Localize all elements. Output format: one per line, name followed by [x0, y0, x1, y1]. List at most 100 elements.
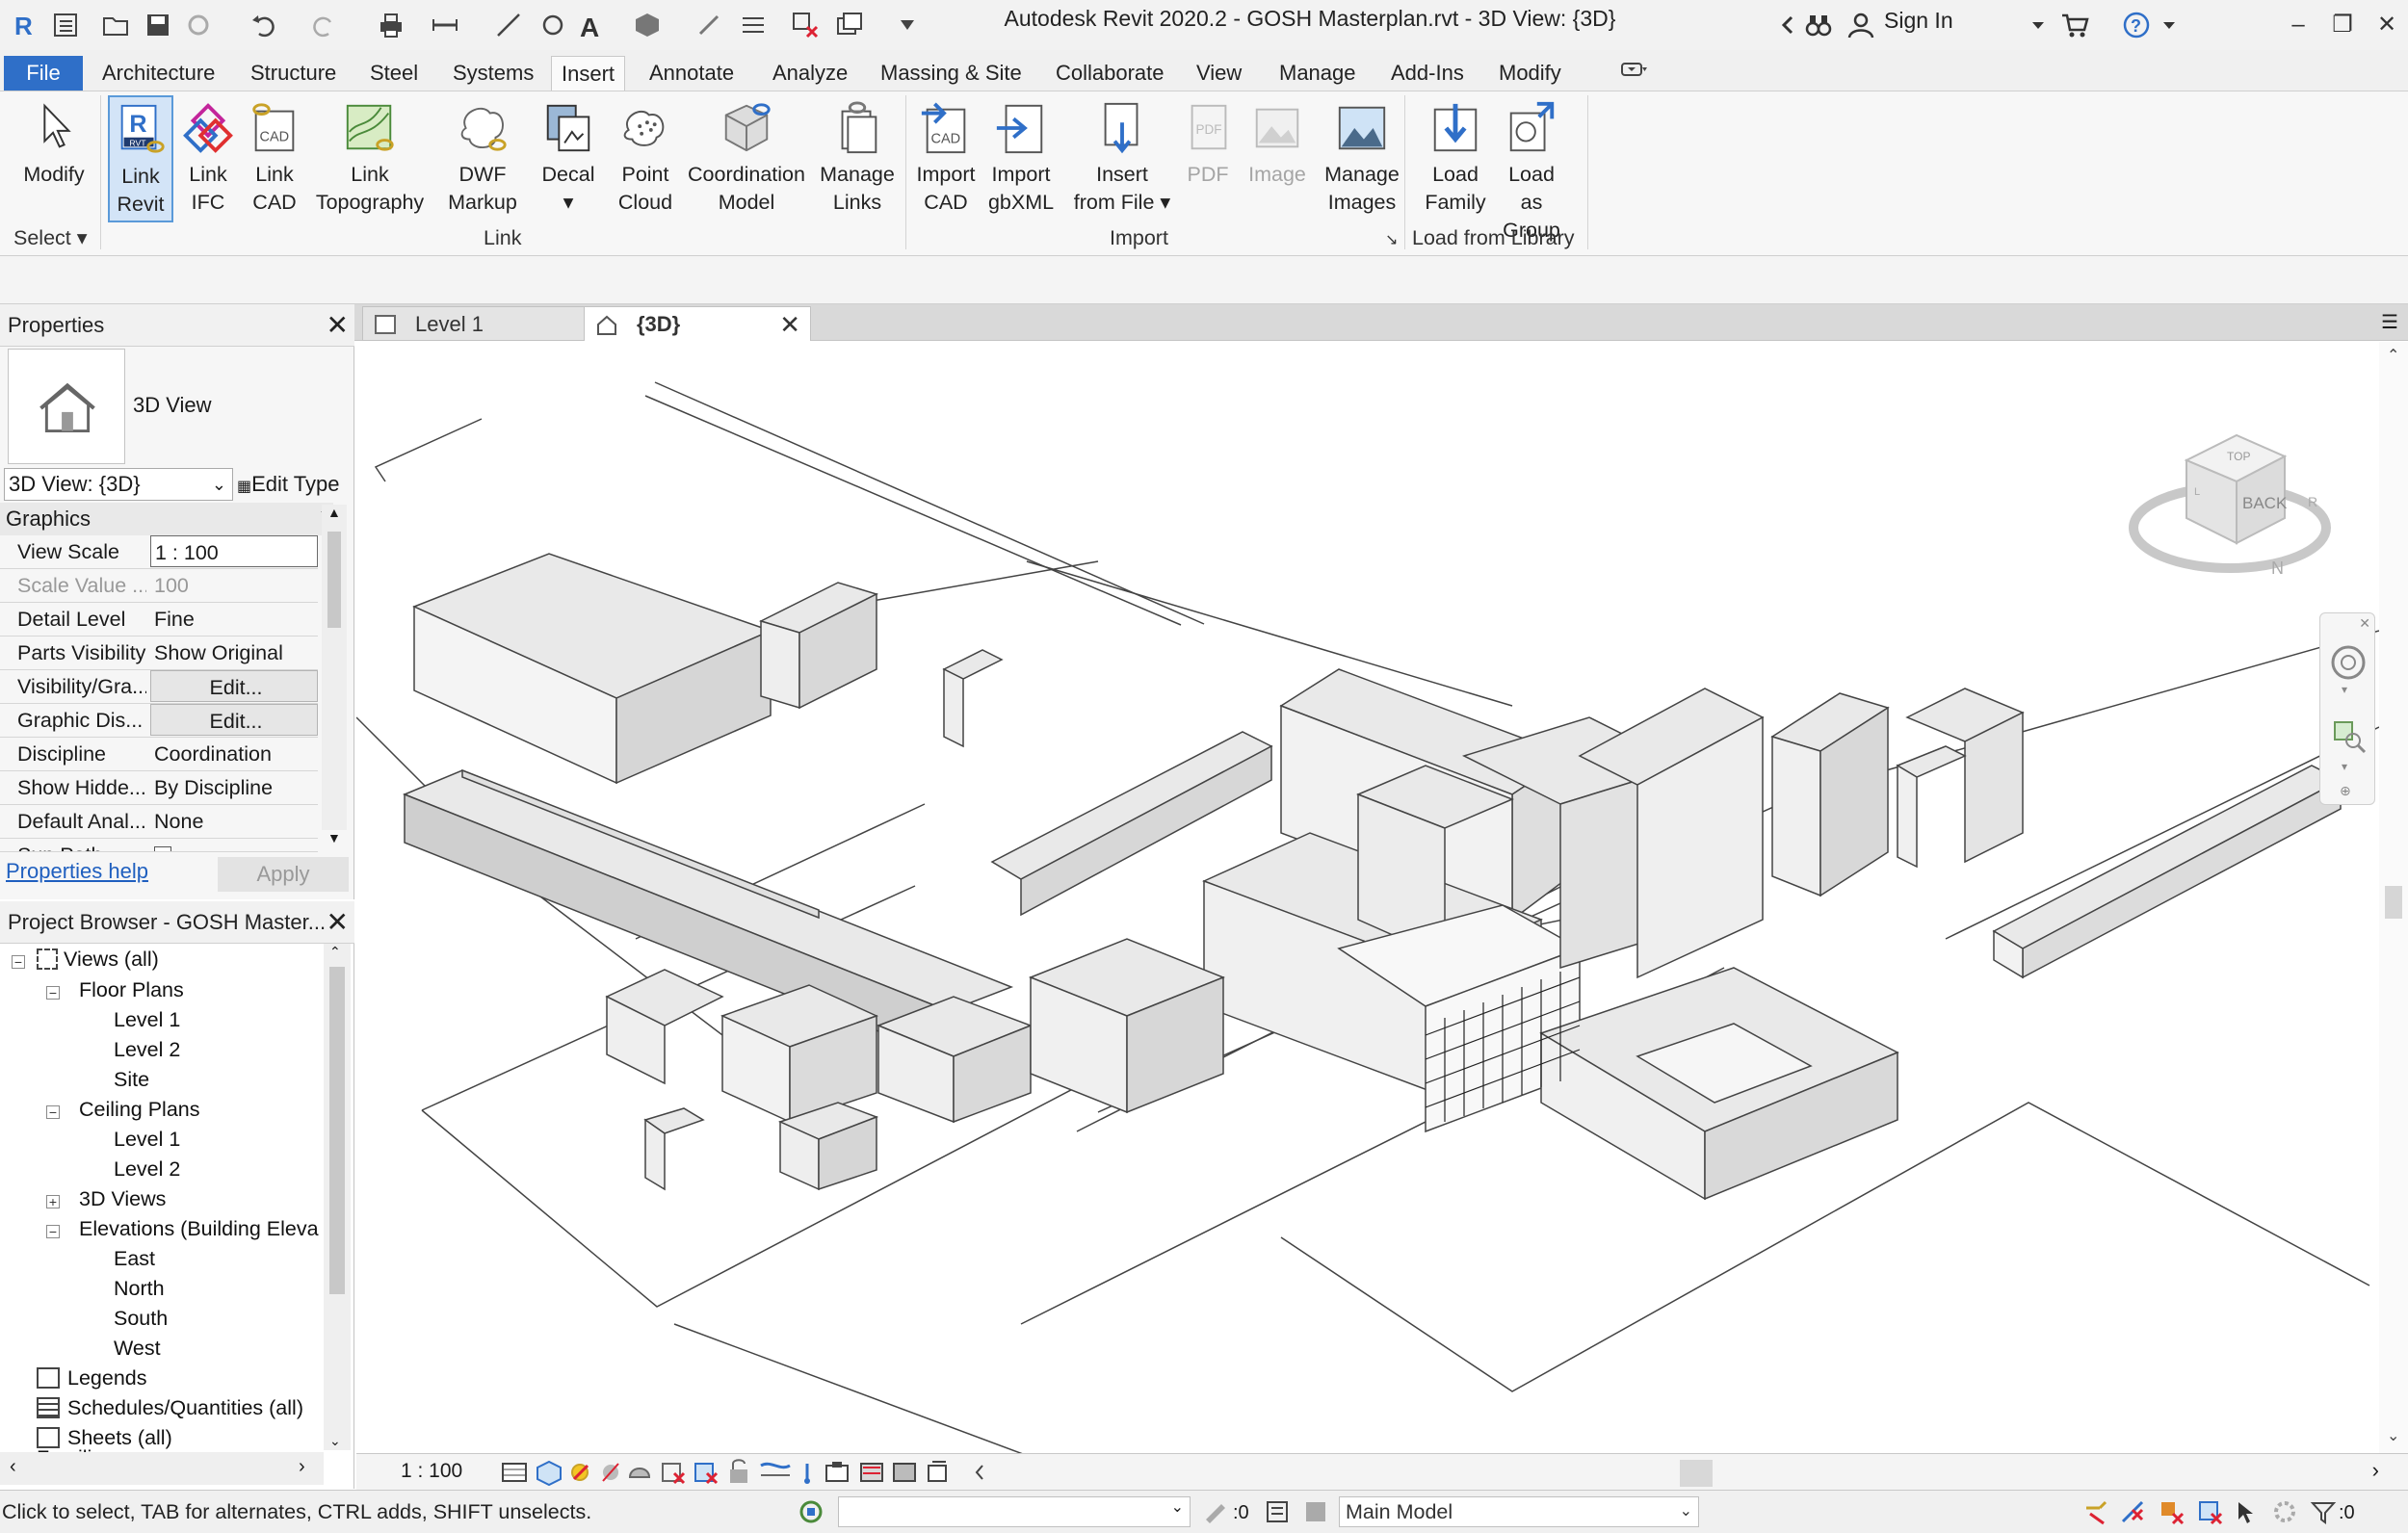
- undo-icon[interactable]: [249, 10, 279, 40]
- worksets-icon[interactable]: [798, 1498, 824, 1525]
- property-value[interactable]: Show Original: [150, 637, 318, 669]
- tab-view[interactable]: View: [1187, 56, 1251, 91]
- save-icon[interactable]: [143, 10, 173, 40]
- help-icon[interactable]: ?: [2121, 10, 2152, 40]
- sign-in-dropdown-icon[interactable]: [2023, 10, 2054, 40]
- sun-path-icon[interactable]: [571, 1464, 589, 1481]
- insert-from-file-button[interactable]: Insert from File ▾: [1071, 95, 1173, 222]
- tab-steel[interactable]: Steel: [360, 56, 428, 91]
- tab-collaborate[interactable]: Collaborate: [1046, 56, 1174, 91]
- tree-legends[interactable]: Legends: [37, 1366, 147, 1390]
- switch-windows-icon[interactable]: [834, 10, 865, 40]
- properties-help-link[interactable]: Properties help: [6, 859, 148, 884]
- tree-ceiling-plan-level-2[interactable]: Level 2: [114, 1157, 180, 1182]
- property-row-detail-level[interactable]: Detail Level Fine: [0, 603, 318, 637]
- property-row-parts-visibility[interactable]: Parts Visibility Show Original: [0, 637, 318, 670]
- back-chevron-icon[interactable]: [1772, 10, 1803, 40]
- tab-list-menu-icon[interactable]: ☰: [2381, 310, 2398, 334]
- scroll-right-icon[interactable]: ›: [299, 1456, 305, 1478]
- tree-ceiling-plans[interactable]: Ceiling Plans: [79, 1098, 199, 1122]
- tab-massing-site[interactable]: Massing & Site: [871, 56, 1032, 91]
- tree-ceiling-plan-level-1[interactable]: Level 1: [114, 1128, 180, 1152]
- decal-button[interactable]: Decal ▾: [536, 95, 601, 222]
- tab-structure[interactable]: Structure: [241, 56, 346, 91]
- apply-button[interactable]: Apply: [218, 857, 349, 892]
- active-workset-dropdown[interactable]: ⌄: [838, 1496, 1191, 1527]
- tree-elevations[interactable]: Elevations (Building Eleva: [79, 1217, 319, 1241]
- select-by-face-icon[interactable]: [2196, 1498, 2223, 1525]
- user-icon[interactable]: [1845, 10, 1876, 40]
- view-scale-input[interactable]: 1 : 100: [150, 535, 318, 567]
- filter-icon[interactable]: [2310, 1498, 2337, 1525]
- scroll-down-icon[interactable]: ⌄: [329, 1433, 341, 1449]
- analytical-model-icon[interactable]: [893, 1463, 916, 1482]
- scroll-up-icon[interactable]: ⌃: [2387, 346, 2399, 365]
- import-cad-button[interactable]: CAD Import CAD: [911, 95, 981, 222]
- view-instance-selector[interactable]: 3D View: {3D} ⌄: [4, 468, 233, 501]
- temporary-view-properties-icon[interactable]: [825, 1462, 849, 1482]
- section-icon[interactable]: [694, 10, 724, 40]
- link-topography-button[interactable]: Link Topography: [310, 95, 430, 222]
- unlocked-3d-view-icon[interactable]: [730, 1459, 747, 1483]
- tree-elevation-east[interactable]: East: [114, 1247, 155, 1271]
- temporary-hide-icon[interactable]: [760, 1462, 791, 1476]
- expand-3d-views-icon[interactable]: +: [46, 1195, 60, 1208]
- recent-files-icon[interactable]: [50, 10, 81, 40]
- rendering-icon[interactable]: [628, 1468, 651, 1478]
- tab-3d[interactable]: {3D} ✕: [584, 306, 811, 341]
- reveal-hidden-icon[interactable]: [804, 1464, 810, 1484]
- link-ifc-button[interactable]: Link IFC: [177, 95, 239, 222]
- link-revit-button[interactable]: R RVT Link Revit: [108, 95, 173, 222]
- modify-button[interactable]: Modify: [13, 95, 94, 222]
- link-cad-button[interactable]: CAD Link CAD: [243, 95, 306, 222]
- shadows-icon[interactable]: [602, 1463, 619, 1482]
- manage-links-button[interactable]: Manage Links: [815, 95, 900, 222]
- design-option-dropdown[interactable]: Main Model ⌄: [1339, 1496, 1699, 1527]
- revit-logo-icon[interactable]: R: [10, 10, 40, 40]
- tree-floor-plans[interactable]: Floor Plans: [79, 978, 184, 1002]
- select-pinned-icon[interactable]: [2158, 1498, 2185, 1525]
- help-dropdown-icon[interactable]: [2154, 10, 2185, 40]
- tree-schedules[interactable]: Schedules/Quantities (all): [37, 1396, 303, 1420]
- chevron-down-icon[interactable]: ▾: [2342, 683, 2347, 696]
- highlight-displacement-icon[interactable]: [928, 1461, 947, 1482]
- tree-elevation-north[interactable]: North: [114, 1277, 165, 1301]
- scroll-down-icon[interactable]: ▼: [327, 830, 341, 845]
- close-hidden-windows-icon[interactable]: [790, 10, 821, 40]
- tag-by-category-icon[interactable]: [537, 10, 568, 40]
- scroll-left-icon[interactable]: [975, 1465, 983, 1480]
- tree-floor-plan-site[interactable]: Site: [114, 1068, 149, 1092]
- viewport-scroll-thumb[interactable]: [2385, 886, 2402, 919]
- collapse-ceiling-plans-icon[interactable]: −: [46, 1105, 60, 1119]
- collapse-views-icon[interactable]: −: [12, 955, 25, 969]
- viewport-horizontal-scroll-thumb[interactable]: [1680, 1460, 1713, 1487]
- tab-manage[interactable]: Manage: [1269, 56, 1366, 91]
- tab-analyze[interactable]: Analyze: [763, 56, 857, 91]
- property-row-discipline[interactable]: Discipline Coordination: [0, 738, 318, 771]
- property-row-default-analysis[interactable]: Default Anal... None: [0, 805, 318, 839]
- design-options-icon[interactable]: [1264, 1498, 1291, 1525]
- close-icon[interactable]: ✕: [779, 307, 800, 342]
- sun-path-checkbox[interactable]: [150, 839, 318, 851]
- tab-insert[interactable]: Insert: [551, 56, 626, 91]
- tab-add-ins[interactable]: Add-Ins: [1381, 56, 1474, 91]
- tree-elevation-west[interactable]: West: [114, 1337, 161, 1361]
- decal-dropdown-icon[interactable]: ▾: [536, 189, 601, 217]
- editable-only-icon[interactable]: [1200, 1498, 1227, 1525]
- scroll-down-icon[interactable]: ⌄: [2387, 1426, 2399, 1445]
- image-button[interactable]: Image: [1241, 95, 1314, 222]
- collapse-floor-plans-icon[interactable]: −: [46, 986, 60, 1000]
- scroll-up-icon[interactable]: ⌃: [329, 944, 341, 960]
- property-value[interactable]: None: [150, 805, 318, 838]
- 3d-viewport[interactable]: [355, 342, 2380, 1533]
- scroll-right-icon[interactable]: ›: [2372, 1458, 2379, 1483]
- minimize-button[interactable]: –: [2279, 6, 2317, 44]
- close-icon[interactable]: ✕: [327, 304, 349, 347]
- binoculars-icon[interactable]: [1803, 10, 1834, 40]
- import-dialog-launcher-icon[interactable]: ↘: [1385, 230, 1398, 249]
- tree-floor-plan-level-1[interactable]: Level 1: [114, 1008, 180, 1032]
- measure-icon[interactable]: [430, 10, 460, 40]
- select-links-icon[interactable]: [2082, 1498, 2109, 1525]
- properties-scroll-thumb[interactable]: [327, 532, 341, 628]
- view-scale-control[interactable]: 1 : 100: [401, 1460, 462, 1483]
